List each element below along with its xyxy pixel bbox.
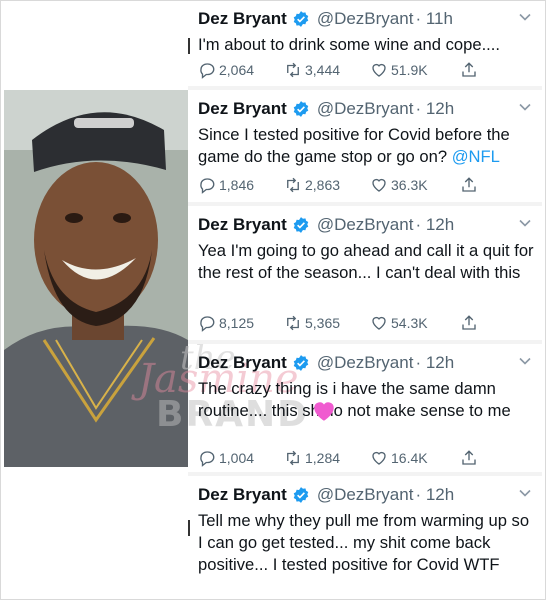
tweet-time[interactable]: · 12h [415, 485, 454, 505]
author-name[interactable]: Dez Bryant [198, 9, 287, 29]
reply-button[interactable]: 1,846 [198, 176, 254, 194]
tweet-time[interactable]: · 11h [415, 9, 453, 29]
retweet-icon [287, 62, 299, 78]
chevron-down-icon[interactable] [518, 354, 532, 368]
like-button[interactable]: 51.9K [370, 61, 428, 79]
reply-button[interactable]: 2,064 [198, 61, 254, 79]
heart-icon [372, 178, 386, 192]
like-button[interactable]: 16.4K [370, 449, 428, 467]
verified-badge-icon [293, 355, 309, 371]
tweet-header: Dez Bryant @DezBryant · 11h [198, 8, 453, 30]
reply-icon [200, 316, 215, 332]
verified-badge-icon [293, 217, 309, 233]
retweet-icon [287, 177, 299, 193]
like-count: 36.3K [391, 177, 428, 193]
retweet-icon [287, 315, 299, 331]
reply-button[interactable]: 8,125 [198, 314, 254, 332]
cursor-bar [188, 520, 190, 536]
tweet-actions: 1,004 1,284 16.4K [198, 449, 498, 469]
share-button[interactable] [460, 314, 481, 332]
share-button[interactable] [460, 176, 481, 194]
retweet-button[interactable]: 3,444 [284, 61, 340, 79]
retweet-button[interactable]: 1,284 [284, 449, 340, 467]
author-handle[interactable]: @DezBryant [317, 99, 414, 119]
tweet-time[interactable]: · 12h [415, 215, 454, 235]
retweet-count: 1,284 [305, 450, 341, 466]
tweet[interactable]: Dez Bryant @DezBryant · 12h Since I test… [188, 90, 542, 202]
tweet[interactable]: Dez Bryant @DezBryant · 12h The crazy th… [188, 344, 542, 472]
tweet-time[interactable]: · 12h [415, 353, 454, 373]
mention-link[interactable]: @NFL [452, 147, 500, 166]
reply-count: 8,125 [219, 315, 255, 331]
like-button[interactable]: 36.3K [370, 176, 428, 194]
author-name[interactable]: Dez Bryant [198, 215, 287, 235]
heart-icon [372, 451, 386, 465]
tweet-time[interactable]: · 12h [415, 99, 454, 119]
retweet-count: 5,365 [305, 315, 341, 331]
like-count: 51.9K [391, 62, 428, 78]
tweet[interactable]: Dez Bryant @DezBryant · 11h I'm about to… [188, 0, 542, 86]
tweet-header: Dez Bryant @DezBryant · 12h [198, 352, 454, 374]
like-button[interactable]: 54.3K [370, 314, 428, 332]
retweet-button[interactable]: 2,863 [284, 176, 340, 194]
tweet-actions: 1,846 2,863 36.3K [198, 176, 498, 196]
chevron-down-icon[interactable] [518, 10, 532, 24]
tweet-header: Dez Bryant @DezBryant · 12h [198, 98, 454, 120]
share-button[interactable] [460, 449, 481, 467]
retweet-button[interactable]: 5,365 [284, 314, 340, 332]
share-icon [462, 450, 476, 465]
tweet-text: Since I tested positive for Covid before… [198, 124, 536, 168]
share-icon [462, 62, 476, 77]
verified-badge-icon [293, 101, 309, 117]
chevron-down-icon[interactable] [518, 486, 532, 500]
profile-photo [4, 90, 188, 467]
reply-icon [200, 63, 215, 79]
author-name[interactable]: Dez Bryant [198, 99, 287, 119]
tweet-actions: 8,125 5,365 54.3K [198, 314, 498, 334]
author-handle[interactable]: @DezBryant [317, 215, 414, 235]
retweet-count: 3,444 [305, 62, 341, 78]
censor-heart-icon [314, 402, 334, 421]
chevron-down-icon[interactable] [518, 100, 532, 114]
reply-icon [200, 178, 215, 194]
author-handle[interactable]: @DezBryant [317, 9, 414, 29]
retweet-icon [287, 450, 299, 466]
retweet-count: 2,863 [305, 177, 341, 193]
share-button[interactable] [460, 61, 481, 79]
reply-count: 1,846 [219, 177, 255, 193]
verified-badge-icon [293, 11, 309, 27]
cursor-bar [188, 38, 190, 54]
tweet-actions: 2,064 3,444 51.9K [198, 61, 498, 81]
reply-count: 1,004 [219, 450, 255, 466]
reply-icon [200, 451, 215, 467]
author-handle[interactable]: @DezBryant [317, 353, 414, 373]
chevron-down-icon[interactable] [518, 216, 532, 230]
author-handle[interactable]: @DezBryant [317, 485, 414, 505]
tweet-header: Dez Bryant @DezBryant · 12h [198, 484, 454, 506]
like-count: 54.3K [391, 315, 428, 331]
author-name[interactable]: Dez Bryant [198, 485, 287, 505]
tweet-text: I'm about to drink some wine and cope...… [198, 35, 501, 54]
share-icon [462, 315, 476, 330]
tweet[interactable]: Dez Bryant @DezBryant · 12h Yea I'm goin… [188, 206, 542, 340]
like-count: 16.4K [391, 450, 428, 466]
author-name[interactable]: Dez Bryant [198, 353, 287, 373]
tweet-text: Yea I'm going to go ahead and call it a … [198, 241, 534, 282]
tweet[interactable]: Dez Bryant @DezBryant · 12h Tell me why … [188, 476, 542, 596]
share-icon [462, 177, 476, 192]
reply-button[interactable]: 1,004 [198, 449, 254, 467]
reply-count: 2,064 [219, 62, 255, 78]
tweet-header: Dez Bryant @DezBryant · 12h [198, 214, 454, 236]
heart-icon [372, 316, 386, 330]
tweet-text: The crazy thing is i have the same damn … [198, 379, 511, 420]
verified-badge-icon [293, 487, 309, 503]
heart-icon [372, 63, 386, 77]
tweet-text: Tell me why they pull me from warming up… [198, 511, 530, 574]
